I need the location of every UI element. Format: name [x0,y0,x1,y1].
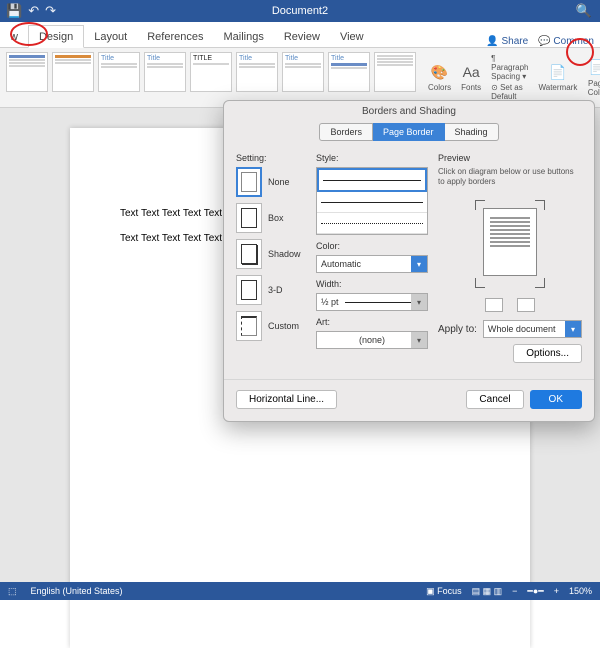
setting-shadow[interactable]: Shadow [236,239,306,269]
preview-diagram[interactable] [465,194,555,294]
language-status[interactable]: English (United States) [31,586,123,596]
set-default-button[interactable]: ⊙ Set as Default [491,83,528,101]
tab-references[interactable]: References [137,26,213,47]
zoom-in[interactable]: + [554,586,559,596]
theme-thumb[interactable] [6,52,48,92]
color-label: Color: [316,241,428,251]
watermark-button[interactable]: 📄 Watermark [539,62,578,93]
document-title: Document2 [272,5,328,17]
preview-hint: Click on diagram below or use buttons to… [438,167,582,186]
apply-to-label: Apply to: [438,324,477,335]
setting-box[interactable]: Box [236,203,306,233]
title-bar: 💾 ↶ ↷ Document2 🔍 [0,0,600,22]
options-button[interactable]: Options... [513,344,582,363]
theme-thumb[interactable]: TITLE [190,52,232,92]
focus-mode[interactable]: ▣ Focus [426,586,462,597]
chevron-down-icon: ▾ [411,294,427,310]
style-list[interactable] [316,167,428,235]
redo-icon[interactable]: ↷ [45,3,56,19]
paragraph-spacing-button[interactable]: ¶ Paragraph Spacing ▾ [491,54,528,81]
theme-thumb[interactable]: Title [282,52,324,92]
tab-w[interactable]: w [0,26,28,47]
dialog-title: Borders and Shading [224,101,594,123]
setting-none[interactable]: None [236,167,306,197]
color-select[interactable]: Automatic▾ [316,255,428,273]
apply-to-select[interactable]: Whole document▾ [483,320,582,338]
borders-shading-dialog: Borders and Shading Borders Page Border … [223,100,595,422]
theme-thumb[interactable] [374,52,416,92]
zoom-slider[interactable]: ━●━ [527,586,543,597]
preview-label: Preview [438,153,582,163]
theme-thumb[interactable]: Title [144,52,186,92]
chevron-down-icon: ▾ [565,321,581,337]
view-buttons[interactable]: ▤ ▦ ▥ [472,586,503,597]
theme-thumb[interactable]: Title [236,52,278,92]
tab-mailings[interactable]: Mailings [214,26,274,47]
tab-borders[interactable]: Borders [319,123,373,141]
tab-design[interactable]: Design [28,25,84,48]
art-label: Art: [316,317,428,327]
theme-thumb[interactable]: Title [328,52,370,92]
art-select[interactable]: (none)▾ [316,331,428,349]
tab-review[interactable]: Review [274,26,330,47]
fonts-icon: Aa [461,62,481,82]
undo-icon[interactable]: ↶ [28,3,39,19]
page-color-button[interactable]: 📄 Page Color [587,58,600,98]
colors-button[interactable]: 🎨 Colors [428,62,451,93]
horizontal-line-button[interactable]: Horizontal Line... [236,390,337,409]
page-color-icon: 📄 [587,58,600,78]
theme-thumb[interactable]: Title [98,52,140,92]
search-icon[interactable]: 🔍 [576,3,592,19]
quick-access-toolbar: 💾 ↶ ↷ [6,3,56,19]
style-label: Style: [316,153,428,163]
watermark-icon: 📄 [548,62,568,82]
ribbon: Title Title TITLE Title Title Title 🎨 Co… [0,48,600,108]
fonts-button[interactable]: Aa Fonts [461,62,481,93]
edge-left-button[interactable] [485,298,503,312]
dialog-tabs: Borders Page Border Shading [224,123,594,141]
tab-page-border[interactable]: Page Border [373,123,445,141]
tab-shading[interactable]: Shading [445,123,499,141]
tab-view[interactable]: View [330,26,374,47]
zoom-level[interactable]: 150% [569,586,592,596]
comment-button[interactable]: 💬 Commen [538,36,594,47]
lang-icon[interactable]: ⬚ [8,586,17,597]
chevron-down-icon: ▾ [411,332,427,348]
width-select[interactable]: ½ pt▾ [316,293,428,311]
colors-icon: 🎨 [430,62,450,82]
theme-thumb[interactable] [52,52,94,92]
save-icon[interactable]: 💾 [6,3,22,19]
cancel-button[interactable]: Cancel [466,390,523,409]
ribbon-tabs: w Design Layout References Mailings Revi… [0,22,600,48]
status-bar: ⬚ English (United States) ▣ Focus ▤ ▦ ▥ … [0,582,600,600]
setting-label: Setting: [236,153,306,163]
zoom-out[interactable]: − [512,586,517,596]
share-button[interactable]: 👤 Share [486,36,528,47]
setting-3d[interactable]: 3-D [236,275,306,305]
edge-right-button[interactable] [517,298,535,312]
tab-layout[interactable]: Layout [84,26,137,47]
chevron-down-icon: ▾ [411,256,427,272]
ok-button[interactable]: OK [530,390,582,409]
setting-custom[interactable]: Custom [236,311,306,341]
width-label: Width: [316,279,428,289]
theme-gallery[interactable]: Title Title TITLE Title Title Title [0,48,422,107]
